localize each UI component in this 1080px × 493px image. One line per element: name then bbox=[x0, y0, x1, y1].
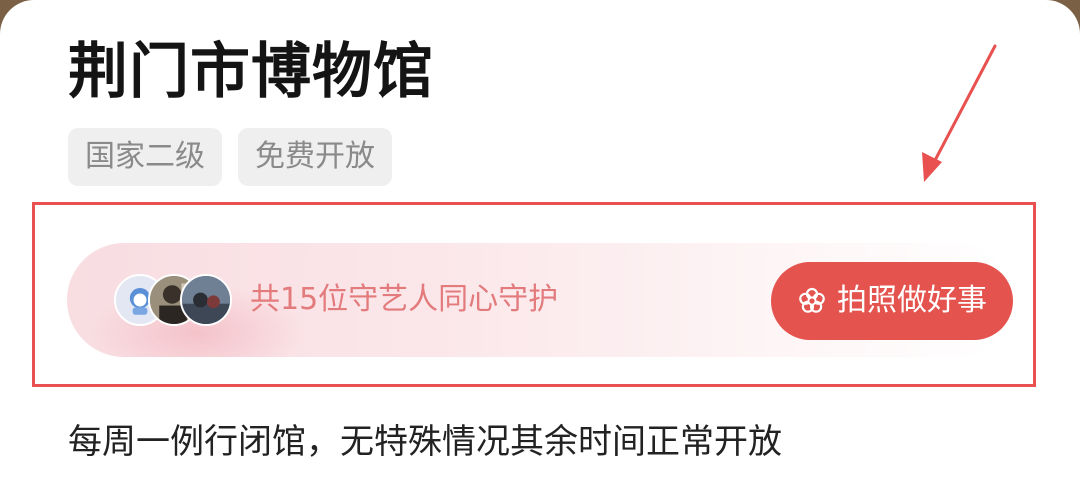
opening-hours-text: 每周一例行闭馆，无特殊情况其余时间正常开放 bbox=[68, 422, 782, 462]
museum-detail-sheet: 荆门市博物馆 国家二级 免费开放 共15位守艺人同心守护 拍照做好事 每周一例行… bbox=[0, 0, 1080, 493]
annotation-highlight-box bbox=[32, 202, 1036, 387]
page-title: 荆门市博物馆 bbox=[68, 37, 434, 107]
tag-list: 国家二级 免费开放 bbox=[68, 128, 392, 186]
tag-level: 国家二级 bbox=[68, 128, 222, 186]
annotation-arrow-icon bbox=[922, 44, 997, 182]
tag-free-admission: 免费开放 bbox=[238, 128, 392, 186]
